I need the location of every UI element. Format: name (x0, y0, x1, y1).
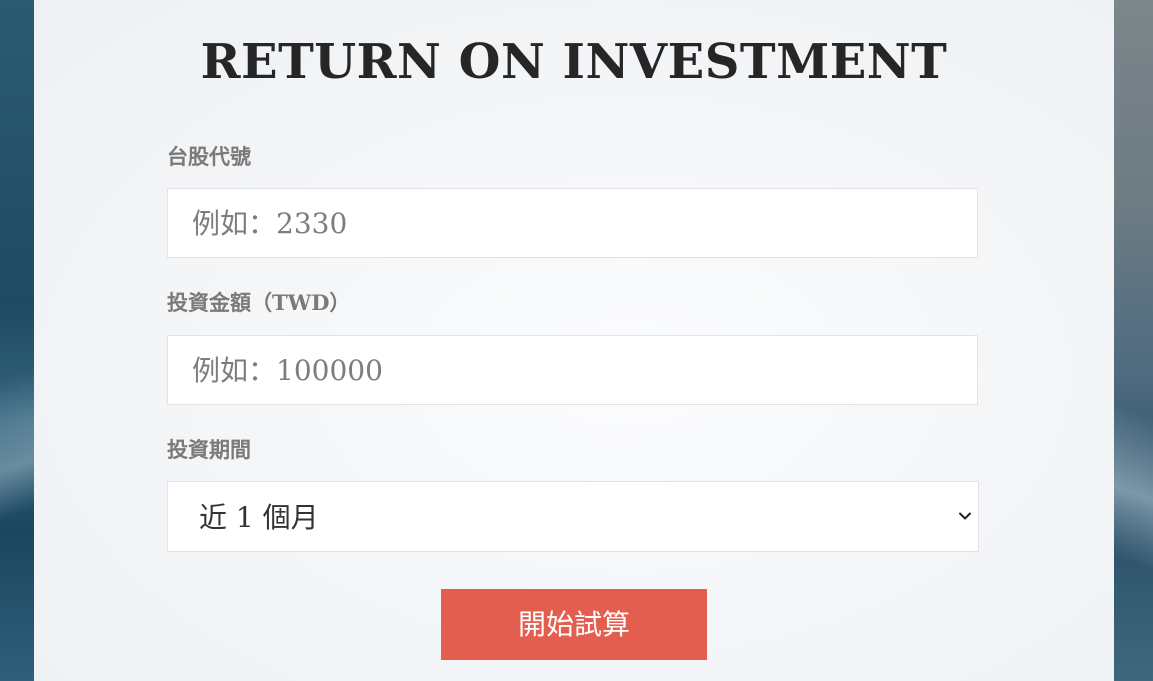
stock-code-input[interactable] (167, 188, 978, 258)
stock-code-label: 台股代號 (167, 144, 251, 169)
background-right-edge (1114, 0, 1153, 681)
roi-calculator-card: RETURN ON INVESTMENT 台股代號 投資金額（TWD） 投資期間… (34, 0, 1114, 681)
chevron-down-icon (959, 512, 971, 520)
page-title: RETURN ON INVESTMENT (200, 34, 948, 90)
background-left-edge (0, 0, 34, 681)
investment-period-select[interactable]: 近 1 個月 (167, 481, 979, 552)
start-calculation-button[interactable]: 開始試算 (441, 589, 707, 660)
investment-amount-label: 投資金額（TWD） (167, 290, 351, 315)
investment-period-label: 投資期間 (167, 437, 251, 462)
investment-period-selected-value: 近 1 個月 (199, 501, 319, 534)
investment-amount-input[interactable] (167, 335, 978, 405)
